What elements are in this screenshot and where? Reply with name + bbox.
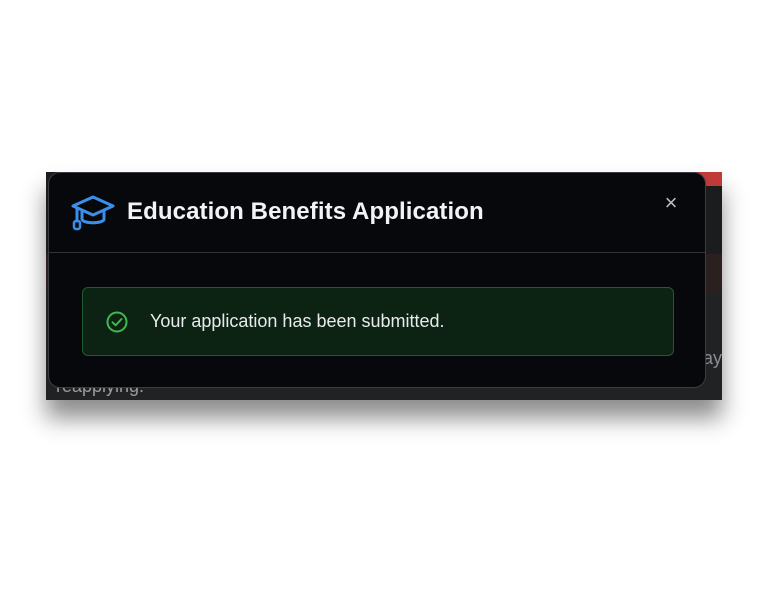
close-button[interactable]: × (659, 191, 683, 215)
check-circle-icon (105, 310, 129, 334)
modal-header: Education Benefits Application × (49, 173, 705, 253)
screen: e ay reapplying. Education Benefits Appl… (0, 0, 768, 606)
graduation-cap-icon (69, 193, 117, 233)
application-modal: Education Benefits Application × Your ap… (48, 172, 706, 388)
close-icon: × (664, 190, 678, 215)
success-alert: Your application has been submitted. (82, 287, 674, 356)
alert-message: Your application has been submitted. (150, 311, 445, 331)
modal-title: Education Benefits Application (127, 198, 484, 225)
